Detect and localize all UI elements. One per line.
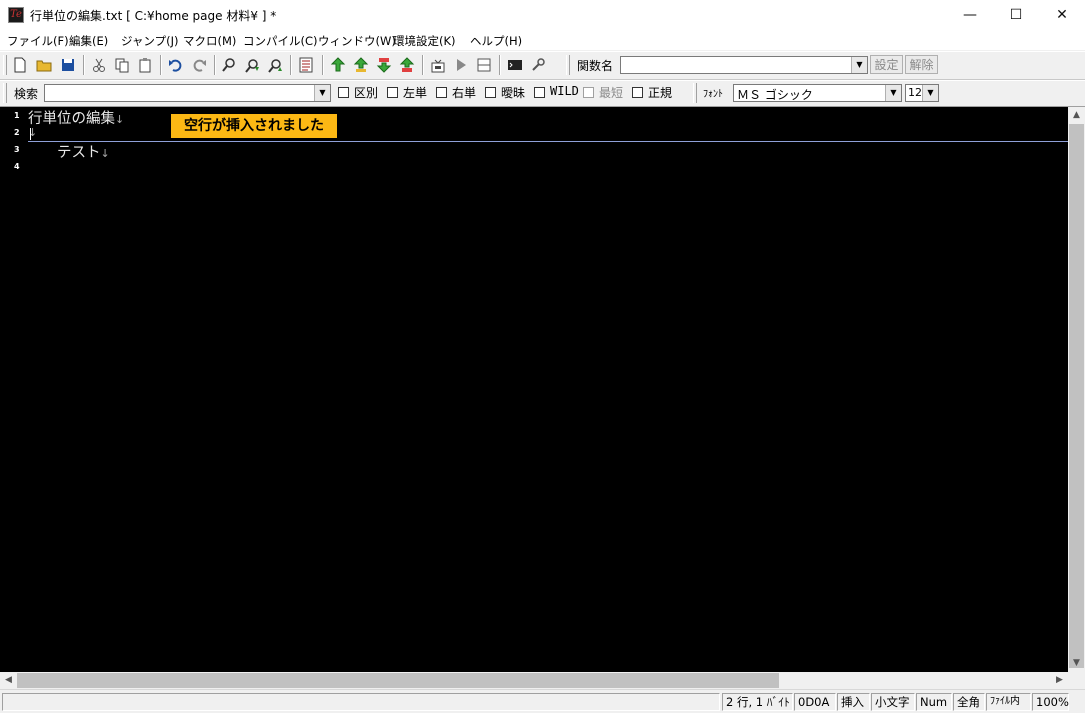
menu-help[interactable]: ヘルプ(H) [470, 33, 522, 49]
notification-banner: 空行が挿入されました [171, 114, 337, 138]
checkbox-right-word-label: 右単 [452, 86, 477, 100]
minimize-button[interactable]: — [947, 0, 993, 30]
set-button[interactable]: 設定 [870, 55, 903, 74]
scroll-left-icon[interactable]: ◀ [0, 672, 17, 689]
toolbar-grip[interactable] [3, 55, 7, 75]
horizontal-scroll-thumb[interactable] [17, 673, 779, 688]
font-select[interactable]: ＭＳ ゴシック ▼ [733, 84, 902, 102]
line-number: 3 [14, 145, 20, 154]
menu-file[interactable]: ファイル(F) [7, 33, 69, 49]
line-number: 1 [14, 111, 20, 120]
status-message [2, 693, 720, 711]
horizontal-scrollbar[interactable]: ◀ ▶ [0, 672, 1068, 689]
status-insert-mode[interactable]: 挿入 [837, 693, 870, 711]
eol-mark: ↓ [100, 147, 110, 160]
open-folder-icon[interactable] [36, 57, 52, 73]
status-case[interactable]: 小文字 [871, 693, 915, 711]
new-file-icon[interactable] [12, 57, 28, 73]
run-icon[interactable] [453, 57, 469, 73]
menu-edit[interactable]: 編集(E) [69, 33, 108, 49]
scroll-down-icon[interactable]: ▼ [1068, 655, 1085, 672]
cut-icon[interactable] [91, 57, 107, 73]
copy-icon[interactable] [114, 57, 130, 73]
function-name-label: 関数名 [577, 59, 614, 73]
main-toolbar: 関数名 ▼ 設定 解除 [0, 51, 1085, 80]
chevron-down-icon[interactable]: ▼ [314, 85, 330, 101]
app-icon[interactable]: Te [8, 7, 24, 23]
checkbox-wild[interactable] [534, 87, 545, 98]
vertical-scroll-thumb[interactable] [1069, 124, 1084, 668]
checkbox-regex[interactable] [632, 87, 643, 98]
checkbox-shortest-label: 最短 [599, 86, 624, 100]
window-title: 行単位の編集.txt [ C:¥home page 材料¥ ] * [30, 9, 277, 23]
maximize-button[interactable]: ☐ [993, 0, 1039, 30]
checkbox-case[interactable] [338, 87, 349, 98]
menu-bar: ファイル(F) 編集(E) ジャンプ(J) マクロ(M) コンパイル(C) ウィ… [0, 30, 1085, 50]
status-newline[interactable]: 0D0A [794, 693, 836, 711]
clear-button[interactable]: 解除 [905, 55, 938, 74]
console-icon[interactable] [507, 57, 523, 73]
search-toolbar: 検索 ▼ 区別 左単 右単 曖昧 WILD 最短 正規 ﾌｫﾝﾄ ＭＳ ゴシック… [0, 80, 1085, 107]
menu-compile[interactable]: コンパイル(C) [243, 33, 318, 49]
search-input[interactable]: ▼ [44, 84, 331, 102]
checkbox-right-word[interactable] [436, 87, 447, 98]
status-width[interactable]: 全角 [953, 693, 985, 711]
scroll-right-icon[interactable]: ▶ [1051, 672, 1068, 689]
split-icon[interactable] [476, 57, 492, 73]
editor-line: テスト↓ [28, 145, 110, 161]
editor-line: 行単位の編集↓ [28, 111, 125, 127]
chevron-down-icon[interactable]: ▼ [922, 85, 938, 101]
menu-macro[interactable]: マクロ(M) [183, 33, 236, 49]
status-bar: 2 行, 1 ﾊﾞｲﾄ 0D0A 挿入 小文字 Num 全角 ﾌｧｲﾙ内 100… [0, 689, 1085, 713]
eol-mark: ↓ [115, 113, 125, 126]
line-number: 2 [14, 128, 20, 137]
scroll-up-icon[interactable]: ▲ [1068, 107, 1085, 124]
menu-window[interactable]: ウィンドウ(W) [318, 33, 396, 49]
tool-icon[interactable] [530, 57, 546, 73]
checkbox-left-word-label: 左単 [403, 86, 428, 100]
checkbox-wild-label: WILD [550, 84, 579, 98]
find-icon[interactable] [221, 57, 237, 73]
grep-icon[interactable] [298, 57, 314, 73]
chevron-down-icon[interactable]: ▼ [851, 57, 867, 73]
chevron-down-icon[interactable]: ▼ [885, 85, 901, 101]
vertical-scrollbar[interactable]: ▲ ▼ [1068, 107, 1085, 672]
line-insert-icon[interactable] [376, 57, 392, 73]
bookmark-up-icon[interactable] [330, 57, 346, 73]
search-label: 検索 [14, 87, 39, 101]
checkbox-fuzzy-label: 曖昧 [501, 86, 526, 100]
line-delete-icon[interactable] [399, 57, 415, 73]
undo-icon[interactable] [168, 57, 184, 73]
checkbox-left-word[interactable] [387, 87, 398, 98]
status-numlock: Num [916, 693, 952, 711]
status-zoom[interactable]: 100% [1032, 693, 1069, 711]
editor-area[interactable]: 1 2 3 4 行単位の編集↓ ↓ テスト↓ 空行が挿入されました [0, 107, 1068, 672]
checkbox-shortest [583, 87, 594, 98]
status-scope[interactable]: ﾌｧｲﾙ内 [986, 693, 1031, 711]
font-label: ﾌｫﾝﾄ [703, 89, 723, 100]
font-size-select[interactable]: 12 ▼ [905, 84, 939, 102]
checkbox-fuzzy[interactable] [485, 87, 496, 98]
status-position: 2 行, 1 ﾊﾞｲﾄ [722, 693, 793, 711]
close-button[interactable]: ✕ [1039, 0, 1085, 30]
bookmark-down-icon[interactable] [353, 57, 369, 73]
redo-icon[interactable] [191, 57, 207, 73]
title-bar: Te 行単位の編集.txt [ C:¥home page 材料¥ ] * — ☐… [0, 0, 1085, 30]
save-icon[interactable] [60, 57, 76, 73]
checkbox-regex-label: 正規 [648, 86, 673, 100]
paste-icon[interactable] [137, 57, 153, 73]
line-number: 4 [14, 162, 20, 171]
text-caret [30, 128, 31, 140]
scroll-corner [1068, 672, 1085, 689]
compile-icon[interactable] [430, 57, 446, 73]
menu-jump[interactable]: ジャンプ(J) [121, 33, 178, 49]
menu-settings[interactable]: 環境設定(K) [393, 33, 456, 49]
cursor-line-underline [28, 141, 1068, 142]
checkbox-case-label: 区別 [354, 86, 379, 100]
find-next-icon[interactable] [244, 57, 260, 73]
find-prev-icon[interactable] [267, 57, 283, 73]
function-name-combo[interactable]: ▼ [620, 56, 868, 74]
